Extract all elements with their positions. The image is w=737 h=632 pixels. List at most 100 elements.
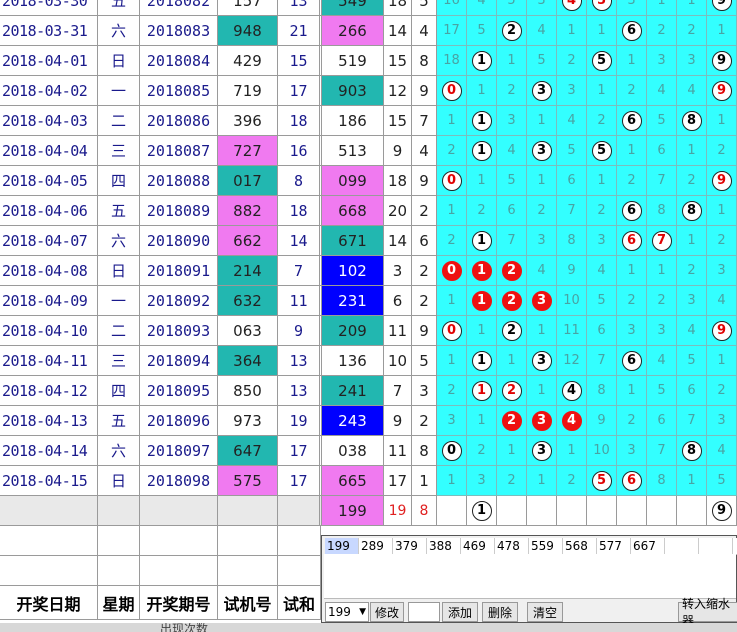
digit-cell: 2	[677, 256, 707, 286]
digit-cell: 9	[707, 46, 737, 76]
digit-cell: 3	[617, 0, 647, 16]
digit-cell: 1	[437, 196, 467, 226]
digit-cell: 8	[587, 376, 617, 406]
digit-cell: 1	[707, 16, 737, 46]
digit-cell: 3	[527, 76, 557, 106]
hit-marker: 1	[471, 500, 492, 521]
empty-cell	[98, 556, 140, 586]
combo-item[interactable]: 199	[325, 538, 359, 554]
digit-cell: 9	[587, 406, 617, 436]
hit-marker: 2	[501, 410, 522, 431]
hit-marker: 9	[711, 80, 732, 101]
empty-cell	[278, 526, 321, 556]
combo-list[interactable]: 199 289 379 388 469 478 559 568 577 667	[325, 538, 737, 555]
empty-cell	[218, 526, 278, 556]
digit-cell: 4	[497, 136, 527, 166]
draw-date: 2018-04-07	[0, 226, 98, 256]
number-sum: 7	[384, 376, 412, 406]
delete-button[interactable]: 删除	[482, 602, 518, 622]
combo-item[interactable]: 568	[563, 538, 597, 554]
combo-item[interactable]: 289	[359, 538, 393, 554]
weekday: 五	[98, 0, 140, 16]
digit-cell: 1	[587, 166, 617, 196]
combo-input[interactable]	[408, 602, 440, 622]
add-button[interactable]: 添加	[442, 602, 478, 622]
trial-number: 662	[218, 226, 278, 256]
winning-number: 186	[322, 106, 384, 136]
draw-date: 2018-04-13	[0, 406, 98, 436]
digit-cell: 3	[527, 136, 557, 166]
digit-cell: 6	[647, 406, 677, 436]
combo-item[interactable]: 559	[529, 538, 563, 554]
combo-item[interactable]: 577	[597, 538, 631, 554]
combo-item[interactable]: 667	[631, 538, 665, 554]
number-sum: 6	[384, 286, 412, 316]
modify-button[interactable]: 修改	[370, 602, 404, 622]
combo-item[interactable]: 469	[461, 538, 495, 554]
digit-cell: 4	[647, 346, 677, 376]
digit-cell: 17	[437, 16, 467, 46]
hit-marker: 2	[501, 20, 522, 41]
hit-marker: 8	[681, 200, 702, 221]
digit-cell: 1	[527, 376, 557, 406]
digit-cell: 1	[437, 286, 467, 316]
digit-cell: 2	[707, 136, 737, 166]
number-span: 8	[412, 436, 437, 466]
hit-marker: 6	[621, 230, 642, 251]
winning-number: 241	[322, 376, 384, 406]
combo-item[interactable]: 478	[495, 538, 529, 554]
number-sum: 14	[384, 226, 412, 256]
hit-marker: 5	[591, 140, 612, 161]
chevron-down-icon[interactable]: ▼	[359, 607, 366, 617]
trial-number: 647	[218, 436, 278, 466]
digit-cell: 6	[617, 346, 647, 376]
hit-marker: 5	[591, 0, 612, 11]
hit-marker: 5	[591, 470, 612, 491]
draw-date: 2018-04-02	[0, 76, 98, 106]
number-span: 9	[412, 76, 437, 106]
digit-cell: 1	[467, 106, 497, 136]
combo-select[interactable]: 199 ▼	[325, 602, 369, 622]
prediction-number: 199	[322, 496, 384, 526]
prediction-sum: 19	[384, 496, 412, 526]
hit-marker: 1	[471, 50, 492, 71]
column-header-week: 星期	[98, 586, 140, 620]
digit-cell: 6	[557, 166, 587, 196]
digit-cell: 1	[587, 76, 617, 106]
weekday: 五	[98, 196, 140, 226]
empty-cell	[140, 496, 218, 526]
trial-number: 850	[218, 376, 278, 406]
column-header-issue: 开奖期号	[140, 586, 218, 620]
issue-number: 2018091	[140, 256, 218, 286]
digit-cell: 7	[647, 436, 677, 466]
trial-sum: 13	[278, 376, 320, 406]
prediction-digit-cell	[497, 496, 527, 526]
trial-sum: 18	[278, 196, 320, 226]
hit-marker: 6	[621, 110, 642, 131]
digit-cell: 2	[557, 466, 587, 496]
digit-cell: 2	[497, 316, 527, 346]
combo-item[interactable]	[665, 538, 699, 554]
combo-item[interactable]: 388	[427, 538, 461, 554]
winning-number: 549	[322, 0, 384, 16]
combo-item[interactable]: 379	[393, 538, 427, 554]
number-sum: 15	[384, 106, 412, 136]
digit-cell: 8	[677, 436, 707, 466]
transfer-button[interactable]: 转入缩水器	[678, 597, 737, 628]
digit-cell: 0	[437, 166, 467, 196]
trial-sum: 16	[278, 136, 320, 166]
combo-item[interactable]	[699, 538, 733, 554]
issue-number: 2018088	[140, 166, 218, 196]
digit-cell: 1	[677, 0, 707, 16]
trial-number: 882	[218, 196, 278, 226]
digit-cell: 1	[527, 106, 557, 136]
digit-cell: 6	[617, 106, 647, 136]
hit-marker: 6	[621, 470, 642, 491]
digit-cell: 18	[437, 46, 467, 76]
draw-date: 2018-04-03	[0, 106, 98, 136]
digit-cell: 3	[677, 46, 707, 76]
digit-cell: 3	[647, 316, 677, 346]
clear-button[interactable]: 清空	[527, 602, 563, 622]
winning-number: 519	[322, 46, 384, 76]
hit-marker: 4	[561, 410, 582, 431]
